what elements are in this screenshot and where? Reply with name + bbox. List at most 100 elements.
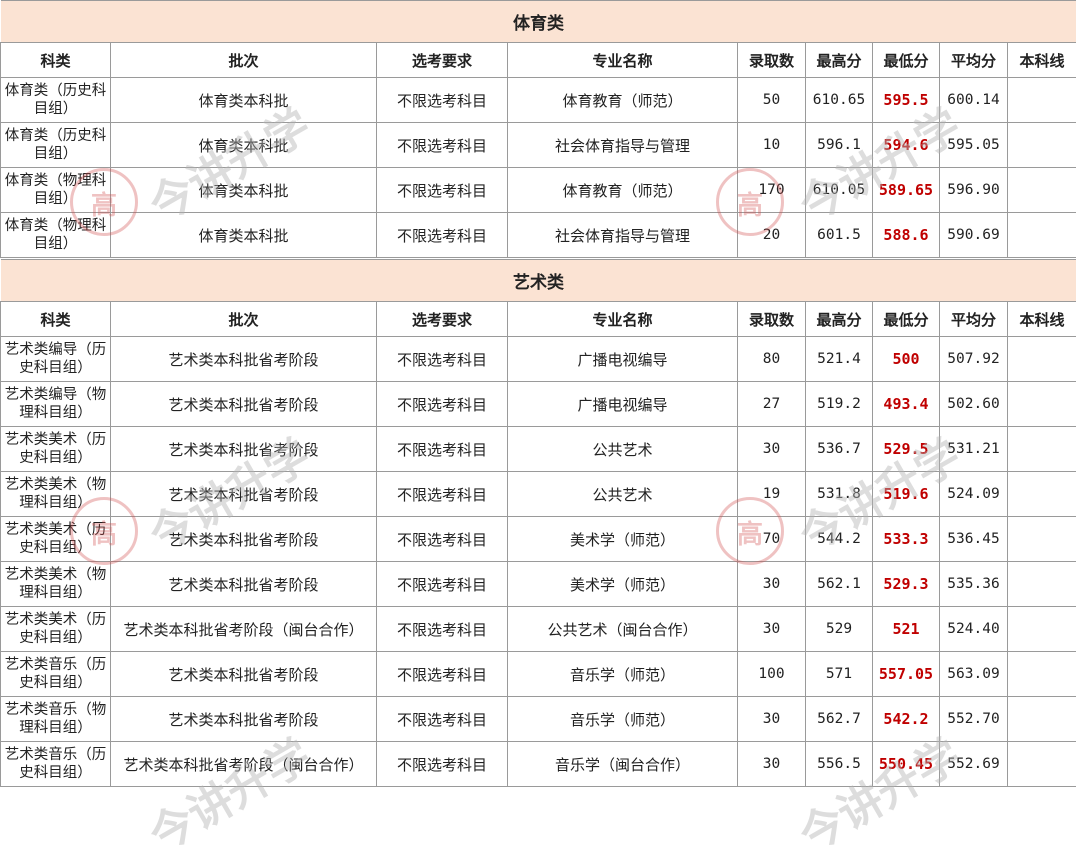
table-row: 艺术类编导（物理科目组）艺术类本科批省考阶段不限选考科目广播电视编导27519.… <box>1 382 1076 427</box>
highest-score-cell: 536.7 <box>806 427 873 472</box>
lowest-score-cell: 595.5 <box>873 78 940 123</box>
lowest-score-cell: 519.6 <box>873 472 940 517</box>
average-score-cell: 596.90 <box>940 168 1008 213</box>
highest-score-cell: 519.2 <box>806 382 873 427</box>
column-header: 最高分 <box>806 302 873 337</box>
requirement-cell: 不限选考科目 <box>377 472 508 517</box>
table-row: 体育类（物理科目组）体育类本科批不限选考科目社会体育指导与管理20601.558… <box>1 213 1076 258</box>
admitted-count-cell: 30 <box>738 607 806 652</box>
average-score-cell: 535.36 <box>940 562 1008 607</box>
column-header: 科类 <box>1 302 111 337</box>
table-row: 艺术类音乐（历史科目组）艺术类本科批省考阶段（闽台合作）不限选考科目音乐学（闽台… <box>1 742 1076 787</box>
batch-cell: 艺术类本科批省考阶段 <box>111 472 377 517</box>
admitted-count-cell: 70 <box>738 517 806 562</box>
column-header: 最低分 <box>873 43 940 78</box>
admitted-count-cell: 30 <box>738 742 806 787</box>
category-cell: 艺术类音乐（历史科目组） <box>1 742 111 787</box>
batch-cell: 艺术类本科批省考阶段 <box>111 517 377 562</box>
average-score-cell: 531.21 <box>940 427 1008 472</box>
table-row: 艺术类音乐（历史科目组）艺术类本科批省考阶段不限选考科目音乐学（师范）10057… <box>1 652 1076 697</box>
sports-table: 体育类科类批次选考要求专业名称录取数最高分最低分平均分本科线体育类（历史科目组）… <box>0 0 1076 258</box>
average-score-cell: 595.05 <box>940 123 1008 168</box>
batch-cell: 艺术类本科批省考阶段（闽台合作） <box>111 607 377 652</box>
column-header: 科类 <box>1 43 111 78</box>
major-cell: 美术学（师范） <box>508 517 738 562</box>
highest-score-cell: 521.4 <box>806 337 873 382</box>
admitted-count-cell: 30 <box>738 697 806 742</box>
table-row: 艺术类美术（历史科目组）艺术类本科批省考阶段不限选考科目公共艺术30536.75… <box>1 427 1076 472</box>
table-row: 艺术类美术（历史科目组）艺术类本科批省考阶段不限选考科目美术学（师范）70544… <box>1 517 1076 562</box>
table-row: 艺术类编导（历史科目组）艺术类本科批省考阶段不限选考科目广播电视编导80521.… <box>1 337 1076 382</box>
highest-score-cell: 571 <box>806 652 873 697</box>
lowest-score-cell: 521 <box>873 607 940 652</box>
category-cell: 艺术类美术（物理科目组） <box>1 472 111 517</box>
bachelor-line-cell <box>1008 337 1076 382</box>
requirement-cell: 不限选考科目 <box>377 337 508 382</box>
batch-cell: 体育类本科批 <box>111 213 377 258</box>
average-score-cell: 600.14 <box>940 78 1008 123</box>
average-score-cell: 563.09 <box>940 652 1008 697</box>
category-cell: 体育类（历史科目组） <box>1 78 111 123</box>
requirement-cell: 不限选考科目 <box>377 652 508 697</box>
requirement-cell: 不限选考科目 <box>377 427 508 472</box>
major-cell: 广播电视编导 <box>508 382 738 427</box>
column-header: 最高分 <box>806 43 873 78</box>
batch-cell: 艺术类本科批省考阶段 <box>111 652 377 697</box>
admitted-count-cell: 100 <box>738 652 806 697</box>
requirement-cell: 不限选考科目 <box>377 697 508 742</box>
requirement-cell: 不限选考科目 <box>377 607 508 652</box>
average-score-cell: 524.09 <box>940 472 1008 517</box>
bachelor-line-cell <box>1008 427 1076 472</box>
table-row: 艺术类美术（物理科目组）艺术类本科批省考阶段不限选考科目美术学（师范）30562… <box>1 562 1076 607</box>
batch-cell: 艺术类本科批省考阶段 <box>111 697 377 742</box>
bachelor-line-cell <box>1008 123 1076 168</box>
average-score-cell: 552.69 <box>940 742 1008 787</box>
category-cell: 艺术类美术（物理科目组） <box>1 562 111 607</box>
bachelor-line-cell <box>1008 382 1076 427</box>
table-row: 体育类（历史科目组）体育类本科批不限选考科目社会体育指导与管理10596.159… <box>1 123 1076 168</box>
category-cell: 艺术类美术（历史科目组） <box>1 427 111 472</box>
major-cell: 体育教育（师范） <box>508 78 738 123</box>
average-score-cell: 502.60 <box>940 382 1008 427</box>
major-cell: 音乐学（师范） <box>508 697 738 742</box>
batch-cell: 体育类本科批 <box>111 168 377 213</box>
bachelor-line-cell <box>1008 607 1076 652</box>
major-cell: 音乐学（闽台合作） <box>508 742 738 787</box>
requirement-cell: 不限选考科目 <box>377 742 508 787</box>
category-cell: 艺术类美术（历史科目组） <box>1 517 111 562</box>
admitted-count-cell: 19 <box>738 472 806 517</box>
requirement-cell: 不限选考科目 <box>377 562 508 607</box>
bachelor-line-cell <box>1008 652 1076 697</box>
column-header: 平均分 <box>940 43 1008 78</box>
highest-score-cell: 562.7 <box>806 697 873 742</box>
average-score-cell: 524.40 <box>940 607 1008 652</box>
category-cell: 体育类（物理科目组） <box>1 213 111 258</box>
major-cell: 社会体育指导与管理 <box>508 213 738 258</box>
highest-score-cell: 544.2 <box>806 517 873 562</box>
column-header: 批次 <box>111 43 377 78</box>
batch-cell: 艺术类本科批省考阶段 <box>111 562 377 607</box>
admitted-count-cell: 30 <box>738 427 806 472</box>
requirement-cell: 不限选考科目 <box>377 517 508 562</box>
lowest-score-cell: 500 <box>873 337 940 382</box>
bachelor-line-cell <box>1008 213 1076 258</box>
column-header: 选考要求 <box>377 43 508 78</box>
column-header: 本科线 <box>1008 302 1076 337</box>
category-cell: 艺术类编导（历史科目组） <box>1 337 111 382</box>
admitted-count-cell: 80 <box>738 337 806 382</box>
column-header: 录取数 <box>738 302 806 337</box>
highest-score-cell: 531.8 <box>806 472 873 517</box>
admitted-count-cell: 170 <box>738 168 806 213</box>
lowest-score-cell: 550.45 <box>873 742 940 787</box>
arts-table: 艺术类科类批次选考要求专业名称录取数最高分最低分平均分本科线艺术类编导（历史科目… <box>0 259 1076 787</box>
table-row: 体育类（历史科目组）体育类本科批不限选考科目体育教育（师范）50610.6559… <box>1 78 1076 123</box>
column-header: 批次 <box>111 302 377 337</box>
average-score-cell: 536.45 <box>940 517 1008 562</box>
table-row: 艺术类美术（历史科目组）艺术类本科批省考阶段（闽台合作）不限选考科目公共艺术（闽… <box>1 607 1076 652</box>
admitted-count-cell: 30 <box>738 562 806 607</box>
batch-cell: 体育类本科批 <box>111 123 377 168</box>
bachelor-line-cell <box>1008 472 1076 517</box>
batch-cell: 艺术类本科批省考阶段 <box>111 382 377 427</box>
batch-cell: 体育类本科批 <box>111 78 377 123</box>
major-cell: 美术学（师范） <box>508 562 738 607</box>
